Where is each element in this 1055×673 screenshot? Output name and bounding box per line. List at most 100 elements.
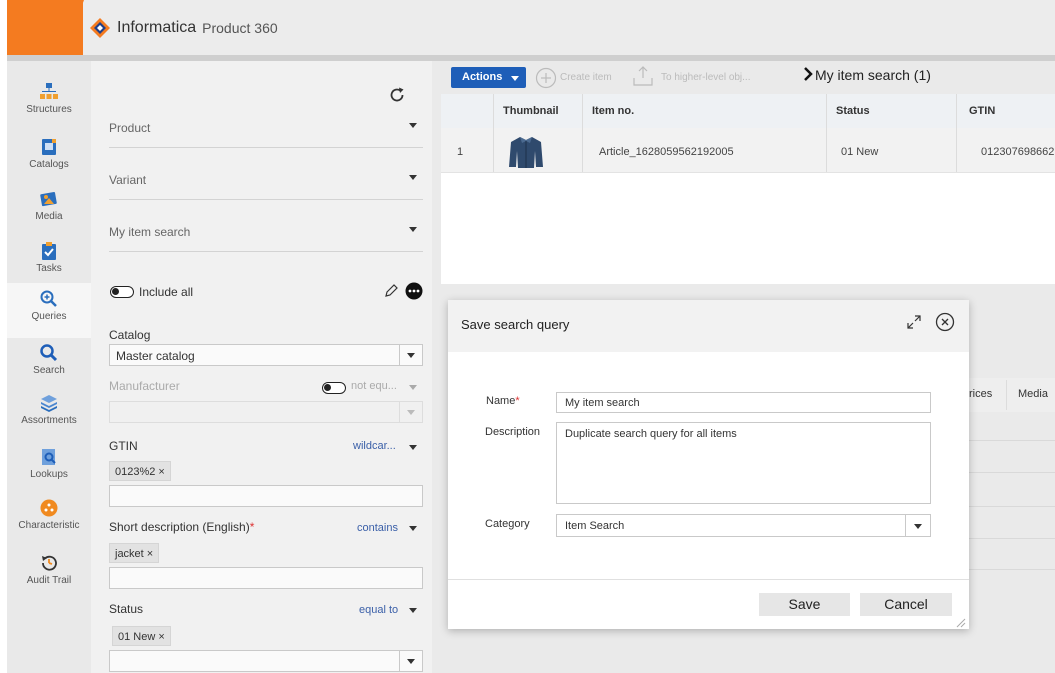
column-header-status[interactable]: Status [836,105,870,117]
resize-grip-icon[interactable] [956,618,966,628]
status-cell: 01 New [841,146,879,158]
search-dropdown[interactable]: My item search [109,199,423,252]
column-header-thumbnail[interactable]: Thumbnail [503,105,559,117]
nav-label: Catalogs [29,159,69,170]
create-item-button[interactable]: Create item [560,72,612,83]
category-select-button[interactable] [905,515,930,536]
short-description-operator[interactable]: contains [357,522,398,534]
nav-label: Media [35,211,63,222]
include-all-toggle[interactable] [110,286,134,298]
tab-prices[interactable]: rices [969,388,992,400]
nav-label: Structures [26,104,72,115]
nav-item-assortments[interactable]: Assortments [7,393,91,426]
pencil-icon[interactable] [383,283,399,299]
audit-trail-icon [42,555,57,571]
item-no-cell: Article_1628059562192005 [599,146,734,158]
cancel-button[interactable]: Cancel [860,593,952,616]
description-value: Duplicate search query for all items [565,428,737,440]
name-value: My item search [565,397,640,409]
jacket-thumbnail [509,137,543,168]
gtin-input[interactable] [109,485,423,507]
catalog-select[interactable]: Master catalog [109,344,423,366]
variant-label: Variant [109,173,147,187]
status-select-button[interactable] [399,651,422,671]
short-description-chip[interactable]: jacket × [109,543,160,563]
variant-dropdown[interactable]: Variant [109,147,423,200]
more-options-icon[interactable] [405,282,423,300]
column-header-gtin[interactable]: GTIN [969,105,995,117]
row-index: 1 [457,146,464,158]
chevron-down-icon [409,123,417,128]
nav-item-characteristic[interactable]: Characteristic [7,498,91,531]
status-chip[interactable]: 01 New × [112,626,171,646]
product-dropdown[interactable]: Product [109,95,423,148]
actions-button[interactable]: Actions [451,67,526,88]
chevron-down-icon [407,659,415,664]
chevron-down-icon [409,526,417,531]
product-label: Product [109,121,151,135]
manufacturer-select[interactable] [109,401,423,423]
tasks-icon [42,242,56,260]
chevron-down-icon [409,175,417,180]
brand: Informatica Product 360 [89,17,278,39]
description-label: Description [485,426,541,438]
description-field[interactable]: Duplicate search query for all items [556,422,931,504]
column-divider [493,94,494,172]
to-higher-level-button[interactable]: To higher-level obj... [661,72,751,83]
close-icon[interactable] [935,312,955,332]
nav-item-queries[interactable]: Queries [7,283,91,338]
nav-item-catalogs[interactable]: Catalogs [7,137,91,170]
tab-media[interactable]: Media [1018,388,1048,400]
to-higher-level-icon[interactable] [631,64,655,88]
nav-item-audit-trail[interactable]: Audit Trail [7,553,91,586]
window-frame [0,0,7,673]
catalog-value: Master catalog [116,349,195,363]
category-label: Category [485,518,530,530]
dialog-footer-divider [448,579,969,580]
chevron-down-icon [407,353,415,358]
product-name: Product 360 [202,20,278,36]
chevron-down-icon [409,385,417,390]
chevron-down-icon [407,410,415,415]
manufacturer-operator[interactable]: not equ... [351,380,397,392]
media-icon [40,192,57,207]
create-item-icon[interactable] [535,67,557,89]
nav-label: Queries [31,311,67,322]
manufacturer-select-button[interactable] [399,402,422,422]
structures-icon [40,83,58,99]
divider [967,506,1055,507]
catalogs-icon [42,139,56,155]
gtin-chip[interactable]: 0123%2 × [109,461,171,481]
search-icon [40,344,58,362]
search-label: My item search [109,225,191,239]
catalog-select-button[interactable] [399,345,422,365]
name-field[interactable]: My item search [556,392,931,413]
gtin-label: GTIN [109,439,138,453]
include-all-label: Include all [139,285,194,299]
save-button[interactable]: Save [759,593,850,616]
lookups-icon [42,449,56,465]
status-operator[interactable]: equal to [359,604,398,616]
brand-name: Informatica [117,19,197,36]
category-select[interactable]: Item Search [556,514,931,537]
nav-item-search[interactable]: Search [7,343,91,376]
characteristic-icon [40,499,58,517]
nav-item-tasks[interactable]: Tasks [7,241,91,274]
assortments-icon [41,395,57,412]
status-select[interactable] [109,650,423,672]
nav-label: Tasks [36,263,62,274]
breadcrumb: My item search (1) [803,67,931,83]
manufacturer-negate-toggle[interactable] [322,382,346,394]
maximize-icon[interactable] [904,312,924,332]
nav-label: Characteristic [18,520,80,531]
gtin-cell: 012307698662 [981,146,1055,158]
chevron-down-icon [409,608,417,613]
gtin-operator[interactable]: wildcar... [353,440,396,452]
nav-item-media[interactable]: Media [7,189,91,222]
column-header-item-no[interactable]: Item no. [592,105,634,117]
divider [967,472,1055,473]
name-label: Name* [486,395,520,407]
nav-item-lookups[interactable]: Lookups [7,447,91,480]
nav-item-structures[interactable]: Structures [7,82,91,115]
short-description-input[interactable] [109,567,423,589]
